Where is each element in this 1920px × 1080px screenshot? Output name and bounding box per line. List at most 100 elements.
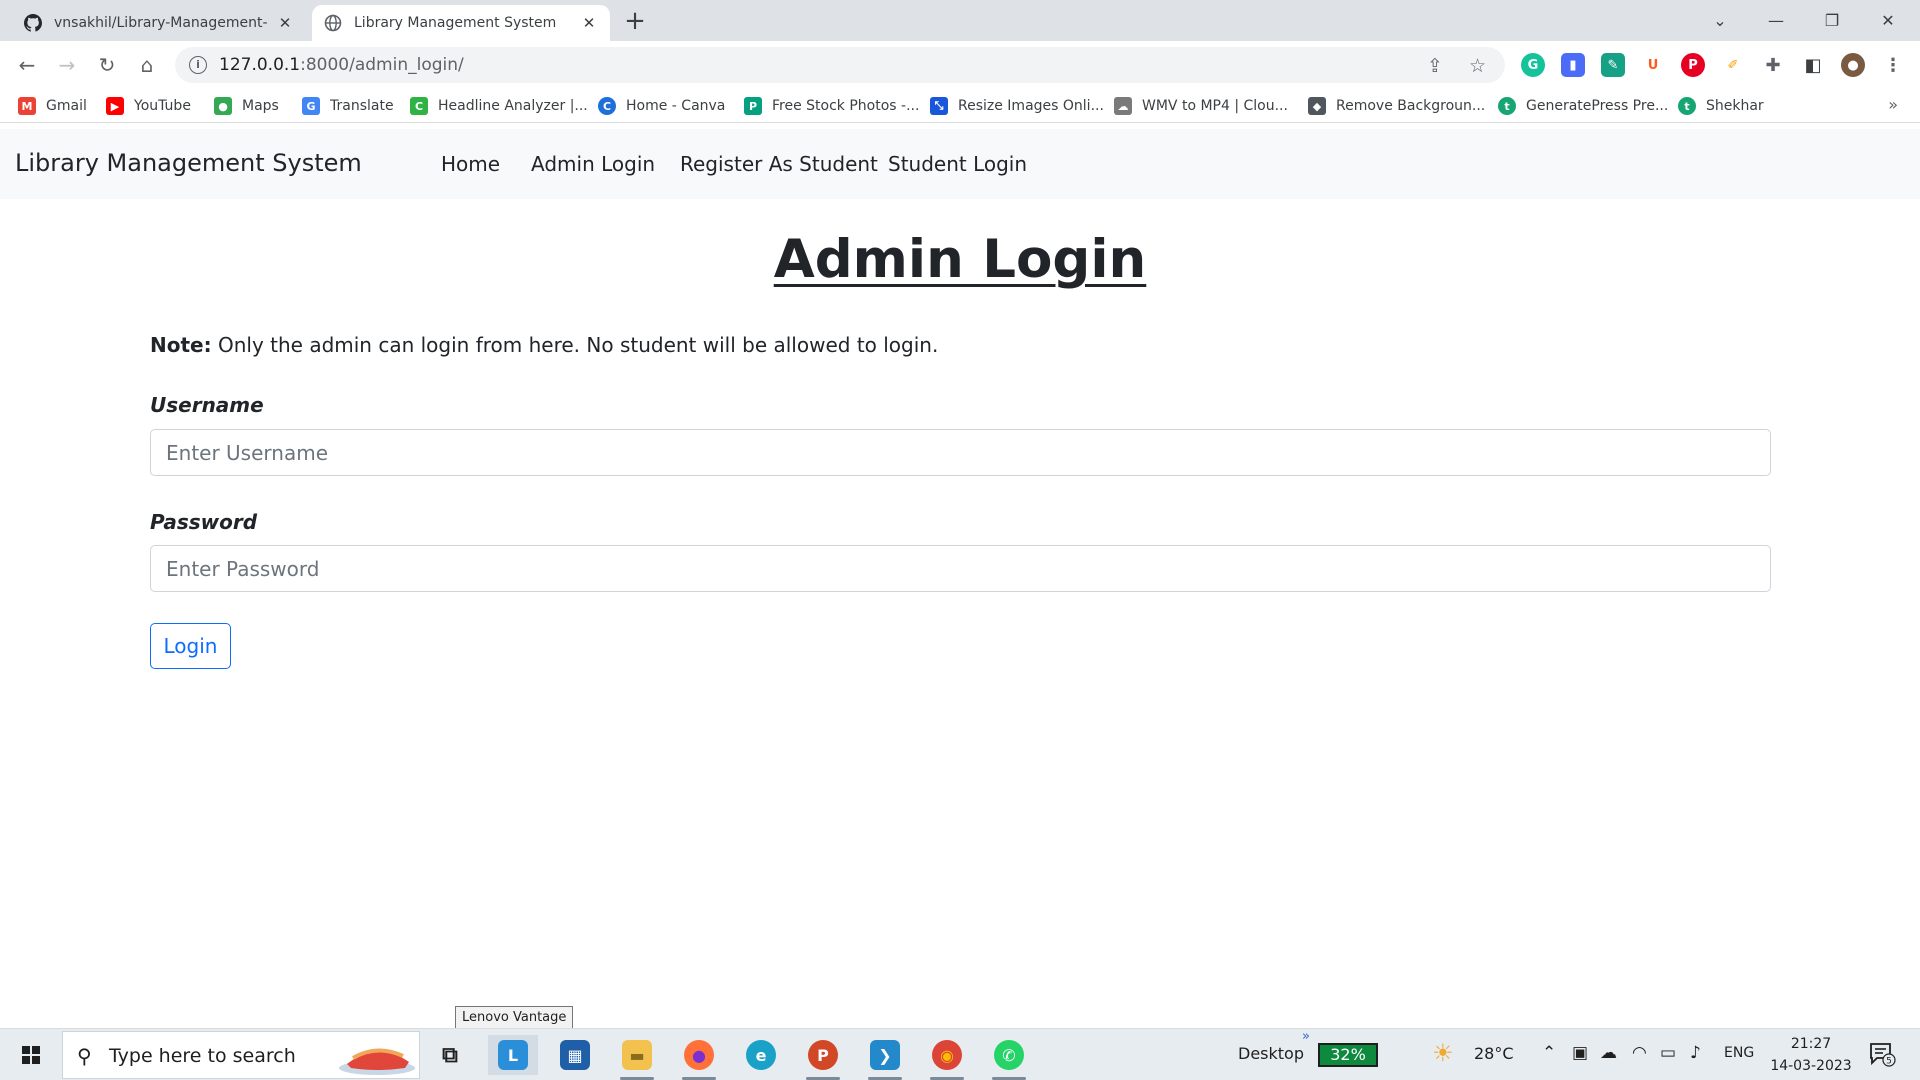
taskbar-clock[interactable]: 21:27 14-03-2023 [1768, 1033, 1854, 1077]
grammarly-icon[interactable]: G [1521, 53, 1545, 77]
nav-link-register-student[interactable]: Register As Student [680, 152, 878, 176]
profile-avatar[interactable]: ● [1841, 53, 1865, 77]
extension-note-icon[interactable]: ✎ [1601, 53, 1625, 77]
close-window-button[interactable]: ✕ [1860, 0, 1916, 41]
taskbar-file-explorer[interactable]: ▬ [612, 1035, 662, 1080]
task-view-button[interactable]: ⧉ [425, 1035, 475, 1075]
windows-start-icon[interactable] [10, 1039, 52, 1071]
whatsapp-icon: ✆ [994, 1040, 1024, 1070]
home-button[interactable]: ⌂ [131, 49, 163, 81]
side-panel-icon[interactable]: ◧ [1801, 53, 1825, 77]
cloudconvert-icon: ☁ [1114, 97, 1132, 115]
extension-bars-icon[interactable]: ▮ [1561, 53, 1585, 77]
bookmark-label: Headline Analyzer |... [438, 98, 588, 114]
tab-search-icon[interactable]: ⌄ [1692, 0, 1748, 41]
bookmark-resize-images[interactable]: ⤡ Resize Images Onli... [930, 94, 1104, 118]
bookmark-headline-analyzer[interactable]: C Headline Analyzer |... [410, 94, 588, 118]
login-button[interactable]: Login [150, 623, 231, 669]
extensions-puzzle-icon[interactable]: ✚ [1761, 53, 1785, 77]
bookmark-maps[interactable]: ● Maps [214, 94, 279, 118]
url-text[interactable]: 127.0.0.1:8000/admin_login/ [219, 55, 464, 75]
search-highlight-pie-icon [339, 1048, 415, 1075]
edge-icon: e [746, 1040, 776, 1070]
taskbar-search-box[interactable]: ⚲ Type here to search [62, 1031, 420, 1079]
weather-temperature[interactable]: 28°C [1474, 1044, 1514, 1063]
close-icon[interactable]: ✕ [580, 14, 598, 32]
share-icon[interactable]: ⇪ [1427, 55, 1443, 77]
bookmark-label: Gmail [46, 98, 87, 114]
show-hidden-icons-icon[interactable]: ⌃ [1542, 1043, 1556, 1063]
color-picker-icon[interactable]: ✐ [1721, 53, 1745, 77]
maps-icon: ● [214, 97, 232, 115]
removebg-icon: ◆ [1308, 97, 1326, 115]
firefox-icon: ● [684, 1040, 714, 1070]
chrome-icon: ◉ [932, 1040, 962, 1070]
battery-icon[interactable]: ▭ [1660, 1043, 1676, 1063]
taskbar-vscode[interactable]: ❯ [860, 1035, 910, 1080]
taskbar-powerpoint[interactable]: P [798, 1035, 848, 1080]
address-bar[interactable]: i 127.0.0.1:8000/admin_login/ ⇪ ☆ [175, 47, 1505, 83]
bookmarks-bar: M Gmail ▶ YouTube ● Maps G Translate C Headli… [0, 89, 1920, 123]
onedrive-icon[interactable]: ☁ [1600, 1043, 1617, 1063]
bookmark-wmv-to-mp4[interactable]: ☁ WMV to MP4 | Clou... [1114, 94, 1288, 118]
globe-icon [324, 14, 342, 32]
bookmark-label: WMV to MP4 | Clou... [1142, 98, 1288, 114]
ubersuggest-icon[interactable]: U [1641, 53, 1665, 77]
desktop-toolbar-label[interactable]: Desktop [1238, 1044, 1304, 1063]
browser-tab-library[interactable]: Library Management System ✕ [312, 5, 610, 41]
nav-link-admin-login[interactable]: Admin Login [531, 152, 655, 176]
tab-title: vnsakhil/Library-Management-Sy [54, 15, 268, 31]
bookmark-free-stock-photos[interactable]: P Free Stock Photos -... [744, 94, 919, 118]
nav-link-home[interactable]: Home [441, 152, 500, 176]
pinterest-icon[interactable]: P [1681, 53, 1705, 77]
forward-button[interactable]: → [51, 49, 83, 81]
new-tab-button[interactable]: + [618, 7, 652, 37]
toolbar-expand-icon[interactable]: » [1302, 1029, 1310, 1044]
meet-now-icon[interactable]: ▣ [1572, 1043, 1588, 1063]
clock-date: 14-03-2023 [1770, 1058, 1852, 1074]
language-indicator[interactable]: ENG [1724, 1045, 1754, 1061]
nav-link-student-login[interactable]: Student Login [888, 152, 1027, 176]
back-button[interactable]: ← [11, 49, 43, 81]
taskbar-microsoft-store[interactable]: ▦ [550, 1035, 600, 1075]
bookmark-shekhar[interactable]: t Shekhar [1678, 94, 1764, 118]
bookmark-youtube[interactable]: ▶ YouTube [106, 94, 191, 118]
taskbar-chrome[interactable]: ◉ [922, 1035, 972, 1080]
volume-icon[interactable]: ♪ [1690, 1043, 1701, 1063]
taskbar-firefox[interactable]: ● [674, 1035, 724, 1080]
taskbar-lenovo-vantage[interactable]: L [488, 1035, 538, 1075]
translate-icon: G [302, 97, 320, 115]
bookmarks-overflow-icon[interactable]: » [1888, 95, 1898, 114]
username-input[interactable] [150, 429, 1771, 476]
reload-button[interactable]: ↻ [91, 49, 123, 81]
clock-time: 21:27 [1790, 1036, 1832, 1052]
menu-icon[interactable]: ⋮ [1881, 53, 1905, 77]
bookmark-label: Shekhar [1706, 98, 1764, 114]
bookmark-gmail[interactable]: M Gmail [18, 94, 87, 118]
bookmark-label: Resize Images Onli... [958, 98, 1104, 114]
bookmark-star-icon[interactable]: ☆ [1469, 55, 1486, 77]
taskbar-edge[interactable]: e [736, 1035, 786, 1075]
bookmark-generatepress[interactable]: t GeneratePress Pre... [1498, 94, 1668, 118]
weather-icon[interactable]: ☀ [1432, 1039, 1454, 1067]
browser-tab-github[interactable]: vnsakhil/Library-Management-Sy ✕ [12, 5, 306, 41]
note-text: Only the admin can login from here. No s… [211, 333, 939, 357]
wifi-icon[interactable]: ◠ [1632, 1043, 1647, 1063]
bookmark-translate[interactable]: G Translate [302, 94, 394, 118]
bookmark-label: Translate [330, 98, 394, 114]
minimize-button[interactable]: — [1748, 0, 1804, 41]
site-info-icon[interactable]: i [189, 56, 207, 74]
url-path: :8000/admin_login/ [300, 55, 464, 75]
taskbar-whatsapp[interactable]: ✆ [984, 1035, 1034, 1080]
battery-percentage[interactable]: 32% [1318, 1043, 1378, 1067]
bookmark-canva[interactable]: C Home - Canva [598, 94, 725, 118]
restore-button[interactable]: ❐ [1804, 0, 1860, 41]
navbar-brand[interactable]: Library Management System [15, 149, 362, 177]
gmail-icon: M [18, 97, 36, 115]
bookmark-remove-background[interactable]: ◆ Remove Backgroun... [1308, 94, 1485, 118]
admin-note: Note: Only the admin can login from here… [150, 333, 938, 357]
password-input[interactable] [150, 545, 1771, 592]
close-icon[interactable]: ✕ [276, 14, 294, 32]
github-icon [24, 14, 42, 32]
notification-center-icon[interactable]: 5 [1868, 1041, 1896, 1067]
